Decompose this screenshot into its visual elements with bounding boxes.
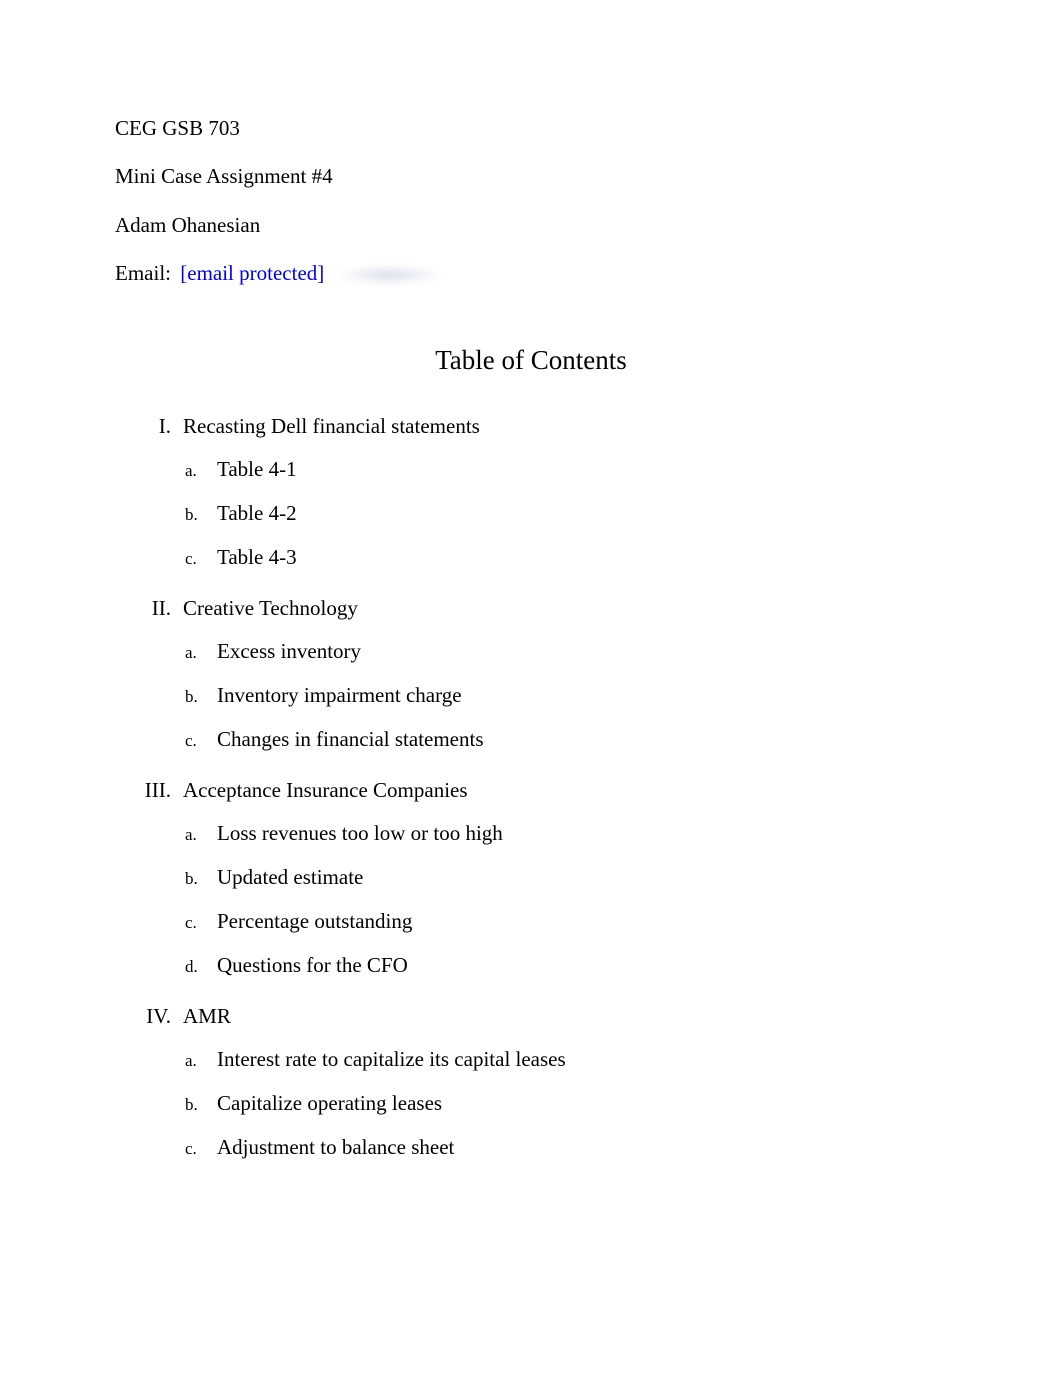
subitem-letter: c. <box>185 731 203 751</box>
email-line: Email: [email protected] <box>115 260 947 287</box>
author-name: Adam Ohanesian <box>115 212 947 239</box>
subitem: c. Percentage outstanding <box>115 909 947 934</box>
subitem-letter: b. <box>185 1095 203 1115</box>
course-code: CEG GSB 703 <box>115 115 947 142</box>
subitem-text: Excess inventory <box>217 639 947 664</box>
subitem-text: Table 4-3 <box>217 545 947 570</box>
subitem-text: Percentage outstanding <box>217 909 947 934</box>
subitem-text: Changes in financial statements <box>217 727 947 752</box>
section-heading-row: II. Creative Technology <box>115 596 947 621</box>
toc-section: II. Creative Technology a. Excess invent… <box>115 596 947 752</box>
roman-numeral: III. <box>115 778 171 803</box>
subitem-letter: c. <box>185 1139 203 1159</box>
section-title: AMR <box>183 1004 947 1029</box>
subitem-letter: a. <box>185 643 203 663</box>
subitem: c. Table 4-3 <box>115 545 947 570</box>
subitem-text: Loss revenues too low or too high <box>217 821 947 846</box>
toc-section: III. Acceptance Insurance Companies a. L… <box>115 778 947 978</box>
email-link[interactable]: [email protected] <box>180 261 324 285</box>
subitem-text: Table 4-2 <box>217 501 947 526</box>
toc-section: IV. AMR a. Interest rate to capitalize i… <box>115 1004 947 1160</box>
section-heading-row: III. Acceptance Insurance Companies <box>115 778 947 803</box>
subitem-letter: a. <box>185 461 203 481</box>
subitem-letter: b. <box>185 687 203 707</box>
subitem-letter: a. <box>185 825 203 845</box>
subitem-letter: c. <box>185 549 203 569</box>
subitem-text: Inventory impairment charge <box>217 683 947 708</box>
subitem-letter: b. <box>185 505 203 525</box>
subitem: b. Inventory impairment charge <box>115 683 947 708</box>
roman-numeral: II. <box>115 596 171 621</box>
section-title: Recasting Dell financial statements <box>183 414 947 439</box>
subitem: c. Adjustment to balance sheet <box>115 1135 947 1160</box>
subitem-text: Capitalize operating leases <box>217 1091 947 1116</box>
subitem: c. Changes in financial statements <box>115 727 947 752</box>
section-title: Creative Technology <box>183 596 947 621</box>
assignment-title: Mini Case Assignment #4 <box>115 163 947 190</box>
table-of-contents: I. Recasting Dell financial statements a… <box>115 414 947 1160</box>
subitem-letter: d. <box>185 957 203 977</box>
subitem: b. Table 4-2 <box>115 501 947 526</box>
subitem-text: Adjustment to balance sheet <box>217 1135 947 1160</box>
subitem: b. Capitalize operating leases <box>115 1091 947 1116</box>
subitem-text: Updated estimate <box>217 865 947 890</box>
section-heading-row: IV. AMR <box>115 1004 947 1029</box>
subitem-text: Table 4-1 <box>217 457 947 482</box>
subitem: a. Table 4-1 <box>115 457 947 482</box>
subitem: b. Updated estimate <box>115 865 947 890</box>
document-header: CEG GSB 703 Mini Case Assignment #4 Adam… <box>115 115 947 287</box>
email-label: Email: <box>115 261 171 285</box>
email-blurred-region <box>334 265 444 285</box>
subitem: d. Questions for the CFO <box>115 953 947 978</box>
subitem-letter: c. <box>185 913 203 933</box>
subitem-text: Interest rate to capitalize its capital … <box>217 1047 947 1072</box>
subitem-letter: b. <box>185 869 203 889</box>
subitem: a. Interest rate to capitalize its capit… <box>115 1047 947 1072</box>
roman-numeral: I. <box>115 414 171 439</box>
section-title: Acceptance Insurance Companies <box>183 778 947 803</box>
subitem: a. Loss revenues too low or too high <box>115 821 947 846</box>
subitem: a. Excess inventory <box>115 639 947 664</box>
toc-heading: Table of Contents <box>115 345 947 376</box>
subitem-letter: a. <box>185 1051 203 1071</box>
toc-section: I. Recasting Dell financial statements a… <box>115 414 947 570</box>
roman-numeral: IV. <box>115 1004 171 1029</box>
subitem-text: Questions for the CFO <box>217 953 947 978</box>
section-heading-row: I. Recasting Dell financial statements <box>115 414 947 439</box>
